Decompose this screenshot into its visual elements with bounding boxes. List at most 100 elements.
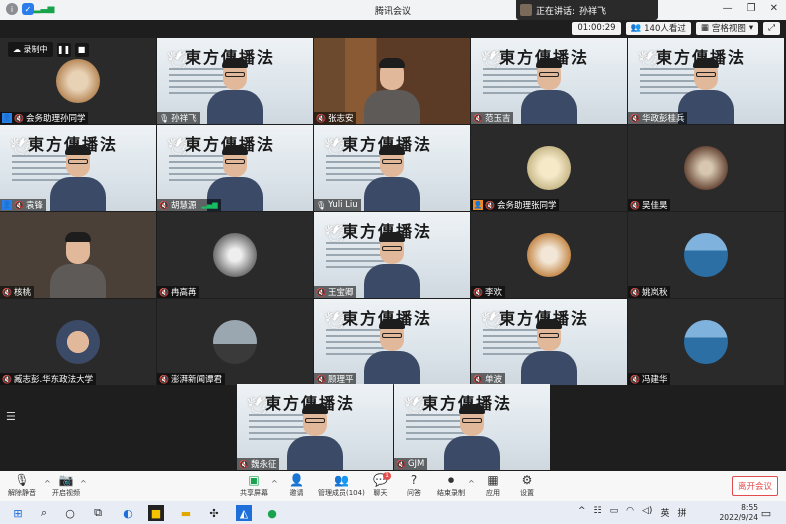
participant-tile[interactable]: 🔇 吴佳昊 xyxy=(628,125,784,211)
volume-icon[interactable]: ◁) xyxy=(642,506,652,519)
video-chevron-icon[interactable]: ^ xyxy=(80,479,87,488)
participant-avatar xyxy=(684,146,728,190)
participant-name-label: 👤 🔇 袁锋 xyxy=(0,199,46,211)
stop-recording-button[interactable]: ■ xyxy=(74,42,89,57)
chat-badge: 1 xyxy=(383,472,391,480)
participant-tile[interactable]: 🕊東方傳播法🔇魏永征 xyxy=(237,384,393,470)
mic-muted-icon: 🔇 xyxy=(316,287,326,297)
search-icon[interactable]: ⌕ xyxy=(36,505,52,521)
apps-icon: ▦ xyxy=(487,473,499,487)
share-chevron-icon[interactable]: ^ xyxy=(271,479,278,488)
participant-video xyxy=(48,232,108,298)
share-screen-button[interactable]: ▣ 共享屏幕 xyxy=(240,473,268,498)
meeting-info-bar: 01:00:29 👥 140人看过 ▦ 宫格视图 ▾ ⤢ xyxy=(572,20,786,36)
participant-name: 范玉吉 xyxy=(484,114,511,124)
battery-icon[interactable]: ▭ xyxy=(610,506,619,519)
stop-recording-toolbar-button[interactable]: ⏺ 结束录制 xyxy=(437,473,465,498)
minimize-icon[interactable]: — xyxy=(723,3,733,14)
participant-tile[interactable]: 🕊東方傳播法🔇GJM xyxy=(394,384,550,470)
participant-name: 李欢 xyxy=(484,288,502,298)
cortana-icon[interactable]: ○ xyxy=(62,505,78,521)
pause-recording-button[interactable]: ❚❚ xyxy=(56,42,71,57)
wechat-icon[interactable]: ● xyxy=(264,505,280,521)
tencent-meeting-icon[interactable]: ◭ xyxy=(236,505,252,521)
record-chevron-icon[interactable]: ^ xyxy=(468,479,475,488)
participant-tile[interactable]: 🔇 冯建华 xyxy=(628,299,784,385)
participant-name: 王宝卿 xyxy=(327,288,354,298)
tray-app-icon[interactable]: ☷ xyxy=(594,506,602,519)
gear-icon: ⚙ xyxy=(521,473,533,487)
wifi-icon[interactable]: ◠ xyxy=(626,506,634,519)
taskbar-clock[interactable]: 8:55 2022/9/24 xyxy=(720,503,758,523)
apps-grid-icon[interactable]: ✣ xyxy=(206,505,222,521)
host-icon: 👤 xyxy=(2,200,12,210)
participant-list-icon[interactable]: ☰ xyxy=(6,410,16,423)
participant-name: Yuli Liu xyxy=(328,200,358,210)
duration-chip: 01:00:29 xyxy=(572,21,621,35)
viewers-chip[interactable]: 👥 140人看过 xyxy=(625,21,691,35)
participant-tile[interactable]: 🕊東方傳播法🔇胡慧源▂▄▆ xyxy=(157,125,313,211)
participant-tile[interactable]: 🕊東方傳播法🎙孙祥飞 xyxy=(157,38,313,124)
participant-tile[interactable]: 👤 🔇 会务助理张同学 xyxy=(471,125,627,211)
participant-tile[interactable]: 🕊東方傳播法👤🔇袁锋 xyxy=(0,125,156,211)
participant-name: 核桃 xyxy=(13,288,31,298)
cohost-icon: 👤 xyxy=(473,200,483,210)
windows-start-icon[interactable]: ⊞ xyxy=(10,505,26,521)
view-mode-button[interactable]: ▦ 宫格视图 ▾ xyxy=(695,21,759,35)
fullscreen-button[interactable]: ⤢ xyxy=(763,21,780,35)
participant-name: GJM xyxy=(407,459,425,469)
participant-avatar xyxy=(213,233,257,277)
participant-tile[interactable]: 🔇 臧志彭.华东政法大学 xyxy=(0,299,156,385)
start-video-button[interactable]: 📷 开启视频 xyxy=(52,473,80,498)
participant-avatar xyxy=(684,320,728,364)
participant-tile[interactable]: 🕊東方傳播法🎙Yuli Liu xyxy=(314,125,470,211)
mic-muted-icon: 🔇 xyxy=(473,287,483,297)
participant-tile[interactable]: 🔇 张志安 xyxy=(314,38,470,124)
participant-name-label: 🔇 王宝卿 xyxy=(314,286,357,298)
task-view-icon[interactable]: ⧉ xyxy=(90,505,106,521)
edge-icon[interactable]: ◐ xyxy=(120,505,136,521)
participant-name-label: 👤 🔇 会务助理孙同学 xyxy=(0,112,89,124)
unmute-button[interactable]: 🎙 解除静音 xyxy=(8,473,36,498)
participant-tile[interactable]: 🔇 姚岚秋 xyxy=(628,212,784,298)
mic-muted-icon: 🔇 xyxy=(316,374,326,384)
ime-indicator[interactable]: 拼 xyxy=(677,506,686,519)
participant-tile[interactable]: 🕊東方傳播法🔇王宝卿 xyxy=(314,212,470,298)
participant-name-label: 🔇 魏永征 xyxy=(237,458,280,470)
participant-tile[interactable]: 🔇 核桃 xyxy=(0,212,156,298)
manage-members-button[interactable]: 👥 管理成员(104) xyxy=(318,473,365,498)
participant-tile[interactable]: 🕊東方傳播法🔇单波 xyxy=(471,299,627,385)
participant-tile[interactable]: 🔇 冉高苒 xyxy=(157,212,313,298)
restore-icon[interactable]: ❐ xyxy=(747,3,756,14)
close-icon[interactable]: ✕ xyxy=(770,3,778,14)
participant-tile[interactable]: 🔇 澎湃新闻谭君 xyxy=(157,299,313,385)
mic-muted-icon: 🔇 xyxy=(630,374,640,384)
leave-meeting-button[interactable]: 离开会议 xyxy=(731,476,778,496)
settings-button[interactable]: ⚙ 设置 xyxy=(520,473,534,498)
qa-button[interactable]: ? 问答 xyxy=(407,473,421,498)
camera-off-icon: 📷 xyxy=(58,473,74,487)
participant-tile[interactable]: 🕊東方傳播法🔇华政彭桂兵 xyxy=(628,38,784,124)
participant-name: 会务助理孙同学 xyxy=(25,114,86,124)
participant-avatar xyxy=(56,59,100,103)
windows-taskbar: ⊞ ⌕ ○ ⧉ ◐ ■ ▬ ✣ ◭ ● ^ ☷ ▭ ◠ ◁) 英 拼 8:55 … xyxy=(0,501,786,524)
mic-muted-icon: 🔇 xyxy=(630,200,640,210)
participant-name: 会务助理张同学 xyxy=(496,201,557,211)
view-mode-label: 宫格视图 xyxy=(711,24,746,34)
participant-tile[interactable]: 🕊東方傳播法🔇范玉吉 xyxy=(471,38,627,124)
participant-video xyxy=(519,58,579,124)
mic-chevron-icon[interactable]: ^ xyxy=(44,479,51,488)
folder-icon[interactable]: ▬ xyxy=(178,505,194,521)
invite-button[interactable]: 👤 邀请 xyxy=(289,473,304,498)
participant-tile[interactable]: 🔇 李欢 xyxy=(471,212,627,298)
sticky-app-icon[interactable]: ■ xyxy=(148,505,164,521)
apps-button[interactable]: ▦ 应用 xyxy=(486,473,500,498)
notification-icon[interactable]: ▭ xyxy=(758,505,774,521)
participant-tile[interactable]: 🕊東方傳播法🔇顾理平 xyxy=(314,299,470,385)
invite-icon: 👤 xyxy=(289,473,304,487)
tray-chevron-icon[interactable]: ^ xyxy=(578,506,586,519)
participant-name-label: 👤 🔇 会务助理张同学 xyxy=(471,199,560,211)
participant-avatar xyxy=(213,320,257,364)
language-indicator[interactable]: 英 xyxy=(660,506,669,519)
recording-indicator: ☁ 录制中 ❚❚ ■ xyxy=(8,42,89,57)
